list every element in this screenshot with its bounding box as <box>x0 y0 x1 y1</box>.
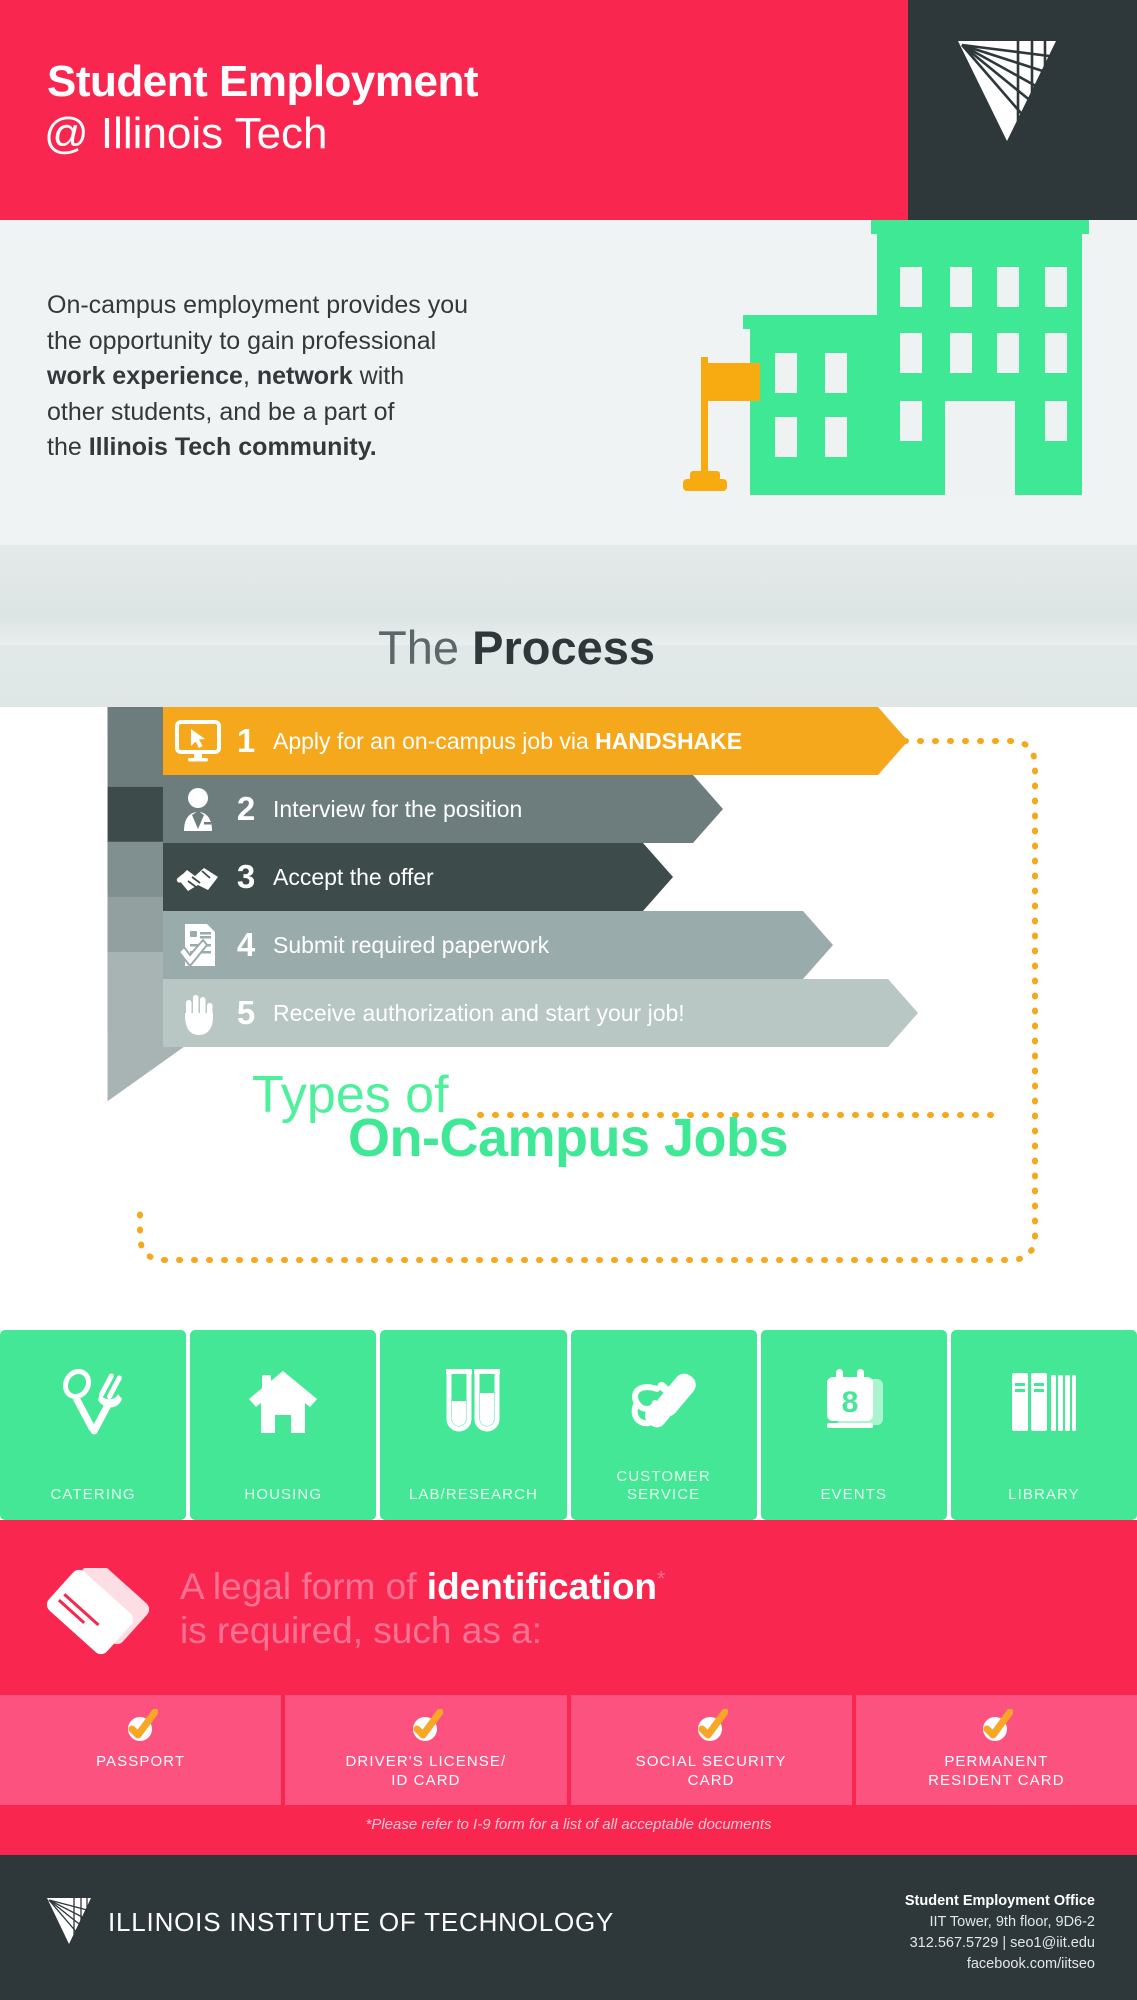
identification-section: A legal form of identification* is requi… <box>0 1520 1137 1855</box>
process-step-1[interactable]: 1 Apply for an on-campus job via HANDSHA… <box>163 707 908 775</box>
check-mark-icon <box>127 1709 158 1741</box>
page-footer: ILLINOIS INSTITUTE OF TECHNOLOGY Student… <box>0 1855 1137 2000</box>
check-mark-icon <box>983 1709 1014 1741</box>
intro-bold-community: Illinois Tech community. <box>88 433 377 461</box>
id-cards-icon <box>46 1568 150 1655</box>
step-5-number: 5 <box>236 994 256 1031</box>
id-card-label: DRIVER'S LICENSE/ ID CARD <box>345 1753 507 1789</box>
document-check-icon <box>167 922 229 968</box>
id-card-passport[interactable]: PASSPORT <box>0 1695 282 1805</box>
types-title-bold: On-Campus Jobs <box>348 1108 789 1168</box>
flagpole-icon <box>683 357 760 491</box>
calendar-day-number: 8 <box>841 1386 858 1419</box>
page-header: Student Employment @ Illinois Tech <box>0 0 1137 260</box>
intro-paragraph: On-campus employment provides you the op… <box>47 288 647 466</box>
id-card-label: PASSPORT <box>96 1753 186 1770</box>
step-3-number: 3 <box>236 858 256 895</box>
id-headline-bold: identification <box>426 1566 658 1607</box>
step-2-label: Interview for the position <box>273 795 523 822</box>
process-step-3[interactable]: 3 Accept the offer <box>163 843 673 911</box>
zigzag-edge <box>0 1526 1137 1536</box>
process-section: The Process 1 Apply for an on-campus job… <box>0 545 1137 1285</box>
job-type-label: LAB/RESEARCH <box>408 1486 538 1503</box>
intro-comma: , <box>242 362 257 390</box>
footer-address: IIT Tower, 9th floor, 9D6-2 <box>929 1914 1096 1931</box>
books-icon <box>1010 1362 1078 1442</box>
footer-office-name: Student Employment Office <box>904 1893 1095 1909</box>
intro-line-1: On-campus employment provides you <box>47 291 469 319</box>
step-1-number: 1 <box>236 722 256 759</box>
id-card-social-security[interactable]: SOCIAL SECURITY CARD <box>570 1695 852 1805</box>
step-5-label: Receive authorization and start your job… <box>273 999 685 1026</box>
process-step-4[interactable]: 4 Submit required paperwork <box>163 911 833 979</box>
monitor-cursor-icon <box>167 720 229 762</box>
identification-cards-row: PASSPORT DRIVER'S LICENSE/ ID CARD SOCIA… <box>0 1695 1137 1805</box>
step-4-label: Submit required paperwork <box>273 931 550 958</box>
identification-footnote: *Please refer to I-9 form for a list of … <box>365 1816 772 1833</box>
process-title: The Process <box>378 620 655 675</box>
spoon-fork-icon <box>60 1362 126 1442</box>
intro-section: On-campus employment provides you the op… <box>0 220 1137 545</box>
test-tubes-icon <box>443 1362 503 1442</box>
job-type-label: CATERING <box>50 1486 136 1503</box>
step-2-number: 2 <box>236 790 256 827</box>
identification-headline: A legal form of identification* is requi… <box>180 1565 665 1652</box>
job-type-events[interactable]: 8 EVENTS <box>760 1330 947 1520</box>
calendar-8-icon: 8 <box>819 1362 889 1442</box>
page-title: Student Employment <box>47 57 479 106</box>
process-title-light: The <box>378 621 473 674</box>
step-1-label: Apply for an on-campus job via HANDSHAKE <box>273 728 742 755</box>
step-1-bold: HANDSHAKE <box>595 727 743 754</box>
job-type-library[interactable]: LIBRARY <box>950 1330 1137 1520</box>
check-mark-icon <box>698 1709 729 1741</box>
illinois-tech-mark-icon <box>47 1898 92 1944</box>
job-type-customer-service[interactable]: CUSTOMER SERVICE <box>570 1330 757 1520</box>
id-card-permanent-resident[interactable]: PERMANENT RESIDENT CARD <box>855 1695 1137 1805</box>
process-step-2[interactable]: 2 Interview for the position <box>163 775 723 843</box>
job-type-lab-research[interactable]: LAB/RESEARCH <box>380 1330 567 1520</box>
process-title-bold: Process <box>472 621 655 674</box>
footer-facebook[interactable]: facebook.com/iitseo <box>905 1954 1095 1975</box>
step-3-label: Accept the offer <box>273 863 434 890</box>
id-card-label: PERMANENT RESIDENT CARD <box>928 1753 1065 1789</box>
handshake-icon <box>167 857 229 897</box>
job-type-label: LIBRARY <box>1008 1486 1080 1503</box>
intro-bold-work-experience: work experience <box>47 362 243 390</box>
house-icon <box>247 1362 319 1442</box>
job-type-label: HOUSING <box>244 1486 323 1503</box>
telephone-icon <box>627 1362 701 1442</box>
illinois-tech-mark-icon <box>958 41 1058 141</box>
intro-bold-network: network <box>256 362 353 390</box>
check-mark-icon <box>412 1709 443 1741</box>
id-headline-line2: is required, such as a: <box>180 1609 542 1651</box>
process-step-5[interactable]: 5 Receive authorization and start your j… <box>163 979 918 1047</box>
footer-institution-name: ILLINOIS INSTITUTE OF TECHNOLOGY <box>108 1907 615 1937</box>
step-4-number: 4 <box>236 926 256 963</box>
page-subtitle: @ Illinois Tech <box>44 109 328 158</box>
hand-icon <box>167 991 229 1035</box>
step-1-text: Apply for an on-campus job via <box>273 727 596 754</box>
footer-contact-block: Student Employment Office IIT Tower, 9th… <box>905 1891 1095 1975</box>
id-card-drivers-license[interactable]: DRIVER'S LICENSE/ ID CARD <box>285 1695 567 1805</box>
intro-line-3-tail: with <box>352 362 405 390</box>
intro-line-4: other students, and be a part of <box>47 397 395 426</box>
campus-building-illustration <box>683 220 1089 495</box>
id-card-label: SOCIAL SECURITY CARD <box>635 1753 787 1789</box>
intro-line-5-head: the <box>47 433 89 461</box>
job-type-label: CUSTOMER SERVICE <box>616 1468 711 1503</box>
job-type-catering[interactable]: CATERING <box>0 1330 187 1520</box>
footer-phone-email[interactable]: 312.567.5729 | seo1@iit.edu <box>905 1933 1095 1954</box>
id-headline-light: A legal form of <box>180 1566 427 1607</box>
id-headline-asterisk: * <box>657 1567 666 1591</box>
job-type-label: EVENTS <box>820 1486 888 1503</box>
job-types-row: CATERING HOUSING LAB/RESEARCH CUSTOMER S… <box>0 1330 1137 1520</box>
intro-line-2: the opportunity to gain professional <box>47 326 437 355</box>
business-person-icon <box>167 787 229 831</box>
job-type-housing[interactable]: HOUSING <box>190 1330 377 1520</box>
